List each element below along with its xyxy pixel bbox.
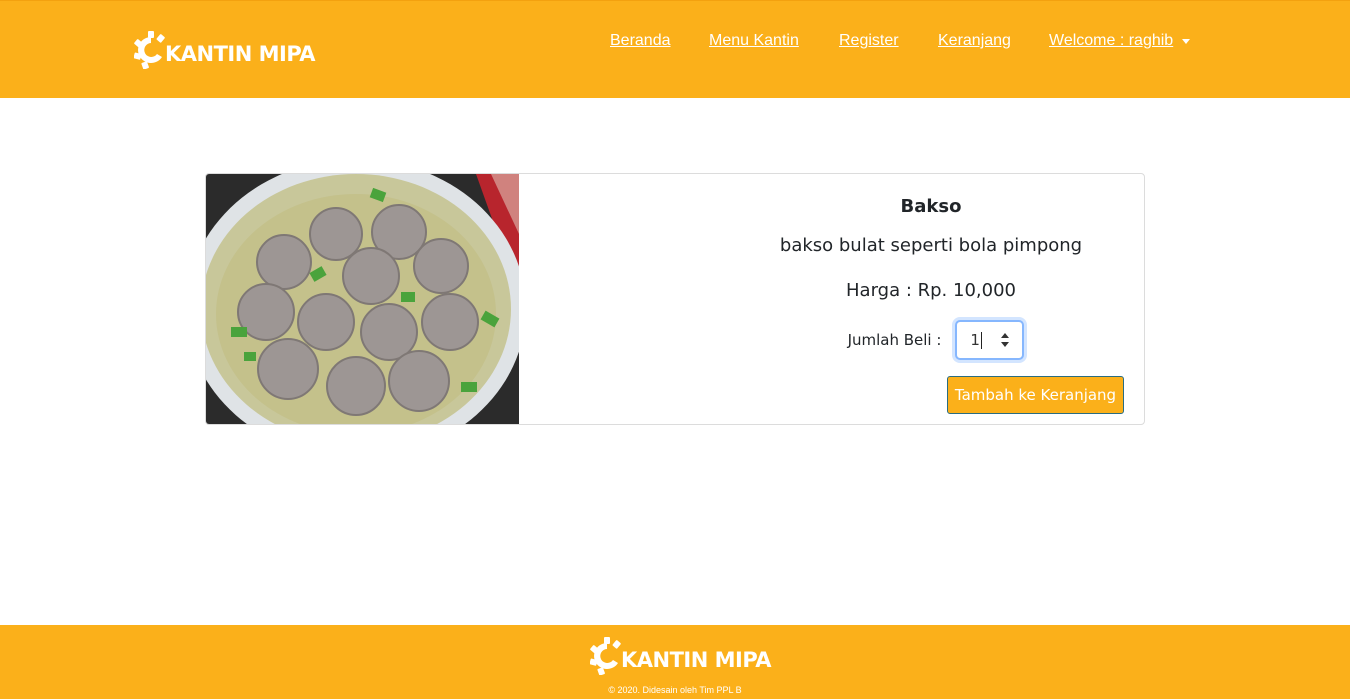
gear-icon xyxy=(134,31,165,69)
footer-logo: KANTIN MIPA xyxy=(590,637,772,675)
caret-down-icon xyxy=(1182,38,1191,44)
product-price: Harga : Rp. 10,000 xyxy=(846,280,1016,301)
copyright-text: © 2020. Didesain oleh Tim PPL B xyxy=(608,685,742,695)
add-to-cart-button[interactable]: Tambah ke Keranjang xyxy=(947,376,1124,414)
brand-name: KANTIN MIPA xyxy=(165,42,316,66)
spinner-icon[interactable] xyxy=(1000,331,1010,349)
brand-logo[interactable]: KANTIN MIPA xyxy=(134,31,316,69)
spin-down-icon[interactable] xyxy=(1001,342,1010,347)
user-menu-dropdown[interactable]: Welcome : raghib xyxy=(1049,32,1191,50)
product-image xyxy=(206,174,519,424)
footer: KANTIN MIPA © 2020. Didesain oleh Tim PP… xyxy=(0,625,1350,699)
product-description: bakso bulat seperti bola pimpong xyxy=(779,235,1083,256)
quantity-value: 1 xyxy=(970,331,980,349)
text-cursor xyxy=(980,331,982,349)
user-menu-label[interactable]: Welcome : raghib xyxy=(1049,32,1173,50)
gear-icon xyxy=(590,637,621,675)
top-navbar: KANTIN MIPA Beranda Menu Kantin Register… xyxy=(0,0,1350,98)
product-card: Bakso bakso bulat seperti bola pimpong H… xyxy=(205,173,1145,425)
nav-link-register[interactable]: Register xyxy=(839,32,899,50)
nav-link-menu-kantin[interactable]: Menu Kantin xyxy=(709,32,799,50)
product-name: Bakso xyxy=(900,196,962,217)
footer-brand-name: KANTIN MIPA xyxy=(621,648,772,672)
nav-link-beranda[interactable]: Beranda xyxy=(610,32,671,50)
quantity-stepper[interactable]: 1 xyxy=(955,320,1025,360)
quantity-row: Jumlah Beli : 1 xyxy=(746,320,1126,360)
nav-link-keranjang[interactable]: Keranjang xyxy=(938,32,1011,50)
spin-up-icon[interactable] xyxy=(1001,333,1010,338)
quantity-label: Jumlah Beli : xyxy=(847,331,942,349)
